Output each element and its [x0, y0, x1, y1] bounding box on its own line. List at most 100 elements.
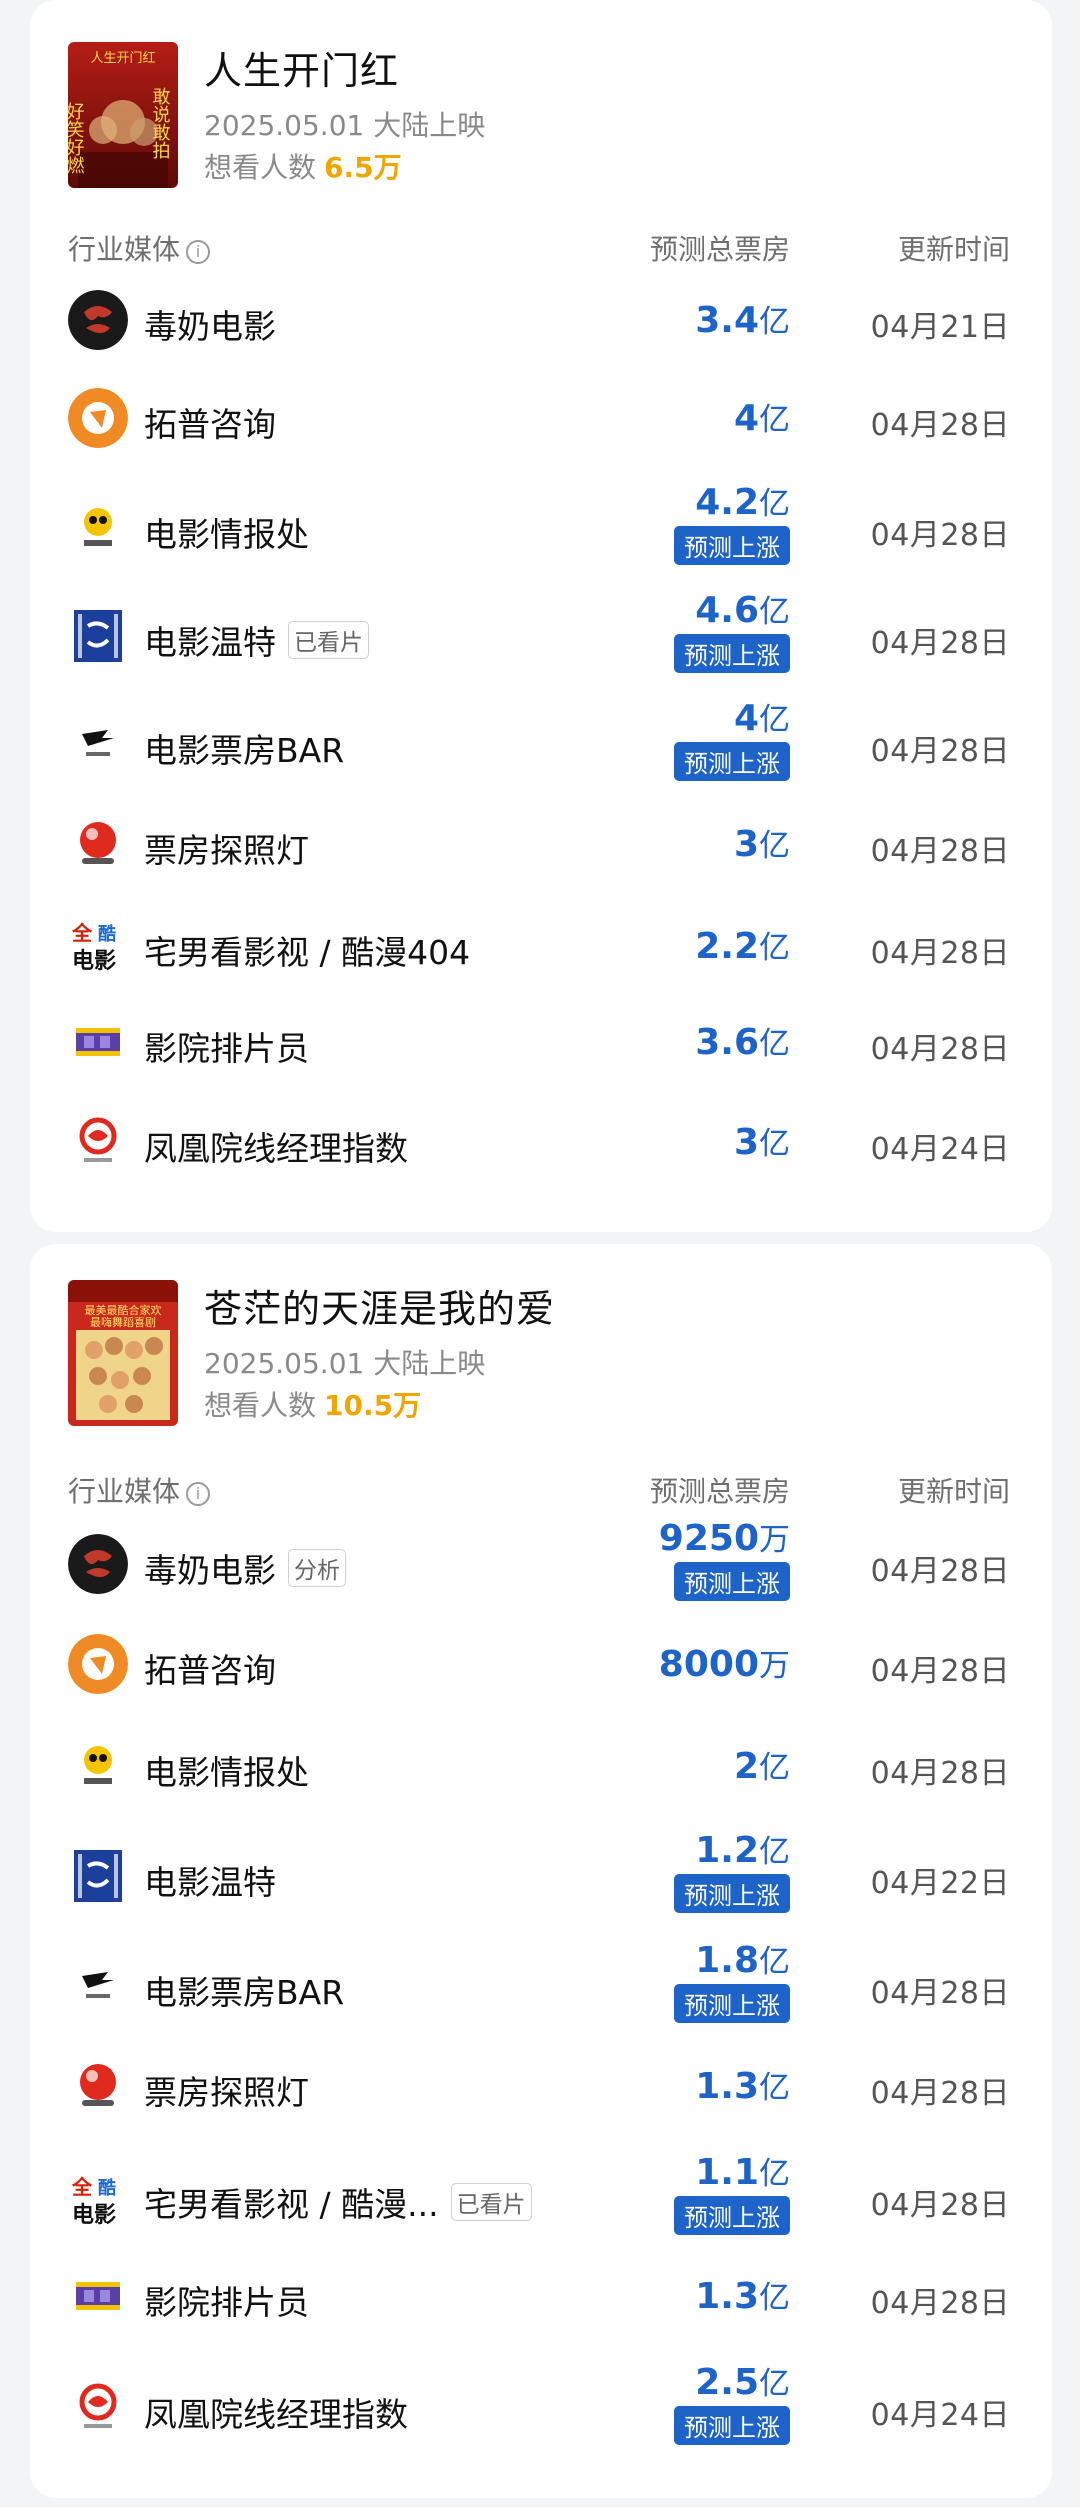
- prediction-row[interactable]: 毒奶电影 分析 9250万 预测上涨 04月28日: [30, 1514, 1052, 1622]
- rise-badge: 预测上涨: [674, 2196, 790, 2235]
- movie-card[interactable]: 最美最酷合家欢 最嗨舞蹈喜剧 苍茫的天涯是我的爱 2025.05.01 大陆上映…: [30, 1244, 1052, 2498]
- update-date: 04月22日: [870, 1866, 1010, 1901]
- media-label: 拓普咨询: [144, 405, 276, 444]
- svg-text:酷: 酷: [98, 2177, 116, 2199]
- prediction-row[interactable]: 凤凰院线经理指数 3亿 04月24日: [30, 1098, 1052, 1198]
- movie-title[interactable]: 苍茫的天涯是我的爱: [204, 1278, 555, 1333]
- column-headers: 行业媒体 i 预测总票房 更新时间: [30, 1470, 1052, 1510]
- media-name: 影院排片员: [144, 2276, 309, 2324]
- media-label: 电影情报处: [144, 1753, 309, 1792]
- media-label: 毒奶电影: [144, 1551, 276, 1590]
- info-icon[interactable]: i: [186, 1482, 211, 1506]
- value-number: 4.2: [695, 482, 759, 523]
- poster-right-text: 敢说敢拍: [150, 87, 171, 160]
- prediction-row[interactable]: 电影情报处 4.2亿 预测上涨 04月28日: [30, 470, 1052, 580]
- prediction-row[interactable]: 拓普咨询 4亿 04月28日: [30, 370, 1052, 470]
- poster-left-text: 好笑好燃: [68, 102, 85, 174]
- zhainan-logo-icon: 全酷电影: [68, 2168, 128, 2228]
- prediction-row[interactable]: 影院排片员 3.6亿 04月28日: [30, 998, 1052, 1098]
- update-date: 04月28日: [870, 2076, 1010, 2111]
- rise-badge: 预测上涨: [674, 1874, 790, 1913]
- value-number: 3.4: [695, 300, 759, 341]
- update-date: 04月28日: [870, 1032, 1010, 1067]
- want-count: 6.5万: [324, 151, 402, 184]
- update-date: 04月28日: [870, 734, 1010, 769]
- poster-top-text: 人生开门红: [90, 50, 155, 66]
- movie-header[interactable]: 最美最酷合家欢 最嗨舞蹈喜剧 苍茫的天涯是我的爱 2025.05.01 大陆上映…: [68, 1280, 1008, 1428]
- qingbaochu-logo-icon: [68, 498, 128, 558]
- update-date: 04月28日: [870, 1976, 1010, 2011]
- value-number: 2: [733, 1746, 759, 1787]
- media-label: 票房探照灯: [144, 2073, 309, 2112]
- value-unit: 亿: [759, 402, 790, 438]
- svg-text:电影: 电影: [72, 949, 116, 974]
- predicted-value: 2.2亿: [590, 922, 790, 967]
- value-number: 2.2: [695, 926, 759, 967]
- media-name: 毒奶电影: [144, 300, 276, 348]
- watched-tag: 已看片: [288, 621, 369, 659]
- update-date: 04月28日: [870, 1654, 1010, 1689]
- predicted-value: 1.3亿: [590, 2062, 790, 2107]
- movie-poster[interactable]: 人生开门红 好笑好燃 敢说敢拍: [68, 42, 178, 188]
- media-label: 凤凰院线经理指数: [144, 2395, 408, 2434]
- dunai-logo-icon: [68, 290, 128, 350]
- piaofangbar-logo-icon: [68, 1956, 128, 2016]
- value-unit: 亿: [759, 2280, 790, 2316]
- prediction-row[interactable]: 电影票房BAR 1.8亿 预测上涨 04月28日: [30, 1932, 1052, 2040]
- prediction-row[interactable]: 票房探照灯 1.3亿 04月28日: [30, 2040, 1052, 2140]
- zhainan-logo-icon: 全酷电影: [68, 914, 128, 974]
- media-label: 电影票房BAR: [144, 1973, 345, 2012]
- value-unit: 亿: [759, 594, 790, 630]
- poster-image: 人生开门红 好笑好燃 敢说敢拍: [68, 42, 178, 188]
- prediction-row[interactable]: 电影温特 已看片 4.6亿 预测上涨 04月28日: [30, 580, 1052, 690]
- movie-title[interactable]: 人生开门红: [204, 40, 399, 95]
- media-name: 票房探照灯: [144, 2066, 309, 2114]
- tuopu-logo-icon: [68, 1634, 128, 1694]
- prediction-row[interactable]: 全酷电影 宅男看影视 / 酷漫... 已看片 1.1亿 预测上涨 04月28日: [30, 2140, 1052, 2250]
- update-date: 04月24日: [870, 2398, 1010, 2433]
- media-label: 拓普咨询: [144, 1651, 276, 1690]
- piaofangbar-logo-icon: [68, 714, 128, 774]
- value-number: 4: [733, 698, 759, 739]
- media-name: 凤凰院线经理指数: [144, 1122, 408, 1170]
- predicted-value: 1.8亿: [590, 1936, 790, 1981]
- prediction-row[interactable]: 电影温特 1.2亿 预测上涨 04月22日: [30, 1822, 1052, 1932]
- analysis-tag[interactable]: 分析: [288, 1549, 346, 1587]
- media-name: 宅男看影视 / 酷漫... 已看片: [144, 2178, 532, 2226]
- prediction-row[interactable]: 影院排片员 1.3亿 04月28日: [30, 2250, 1052, 2350]
- prediction-row[interactable]: 拓普咨询 8000万 04月28日: [30, 1622, 1052, 1722]
- movie-header[interactable]: 人生开门红 好笑好燃 敢说敢拍 人生开门红 2025.05.01 大陆上映 想看…: [68, 42, 1008, 190]
- value-number: 1.8: [695, 1940, 759, 1981]
- info-icon[interactable]: i: [186, 240, 211, 264]
- media-name: 拓普咨询: [144, 398, 276, 446]
- media-name: 影院排片员: [144, 1022, 309, 1070]
- movie-card[interactable]: 人生开门红 好笑好燃 敢说敢拍 人生开门红 2025.05.01 大陆上映 想看…: [30, 0, 1052, 1232]
- prediction-row[interactable]: 毒奶电影 3.4亿 04月21日: [30, 270, 1052, 370]
- value-number: 1.3: [695, 2066, 759, 2107]
- value-number: 1.2: [695, 1830, 759, 1871]
- update-date: 04月28日: [870, 518, 1010, 553]
- predicted-value: 2.5亿: [590, 2358, 790, 2403]
- value-unit: 亿: [759, 702, 790, 738]
- prediction-list: 毒奶电影 3.4亿 04月21日 拓普咨询 4亿 04月28日 电影情报处 4.…: [30, 270, 1052, 1198]
- prediction-row[interactable]: 电影票房BAR 4亿 预测上涨 04月28日: [30, 690, 1052, 798]
- predicted-value: 3亿: [590, 1118, 790, 1163]
- predicted-value: 2亿: [590, 1742, 790, 1787]
- media-label: 电影温特: [144, 623, 276, 662]
- poster-sub-text: 最嗨舞蹈喜剧: [90, 1315, 156, 1329]
- column-headers: 行业媒体 i 预测总票房 更新时间: [30, 228, 1052, 268]
- predicted-value: 4亿: [590, 394, 790, 439]
- value-unit: 亿: [759, 486, 790, 522]
- predicted-value: 4亿: [590, 694, 790, 739]
- value-number: 1.3: [695, 2276, 759, 2317]
- prediction-row[interactable]: 全酷电影 宅男看影视 / 酷漫404 2.2亿 04月28日: [30, 898, 1052, 998]
- predicted-value: 4.2亿: [590, 478, 790, 523]
- svg-text:电影: 电影: [72, 2203, 116, 2228]
- media-name: 电影温特 已看片: [144, 616, 369, 664]
- prediction-row[interactable]: 电影情报处 2亿 04月28日: [30, 1722, 1052, 1822]
- media-name: 电影情报处: [144, 1746, 309, 1794]
- movie-poster[interactable]: 最美最酷合家欢 最嗨舞蹈喜剧: [68, 1280, 178, 1426]
- wente-logo-icon: [68, 1846, 128, 1906]
- prediction-row[interactable]: 凤凰院线经理指数 2.5亿 预测上涨 04月24日: [30, 2350, 1052, 2460]
- prediction-row[interactable]: 票房探照灯 3亿 04月28日: [30, 798, 1052, 898]
